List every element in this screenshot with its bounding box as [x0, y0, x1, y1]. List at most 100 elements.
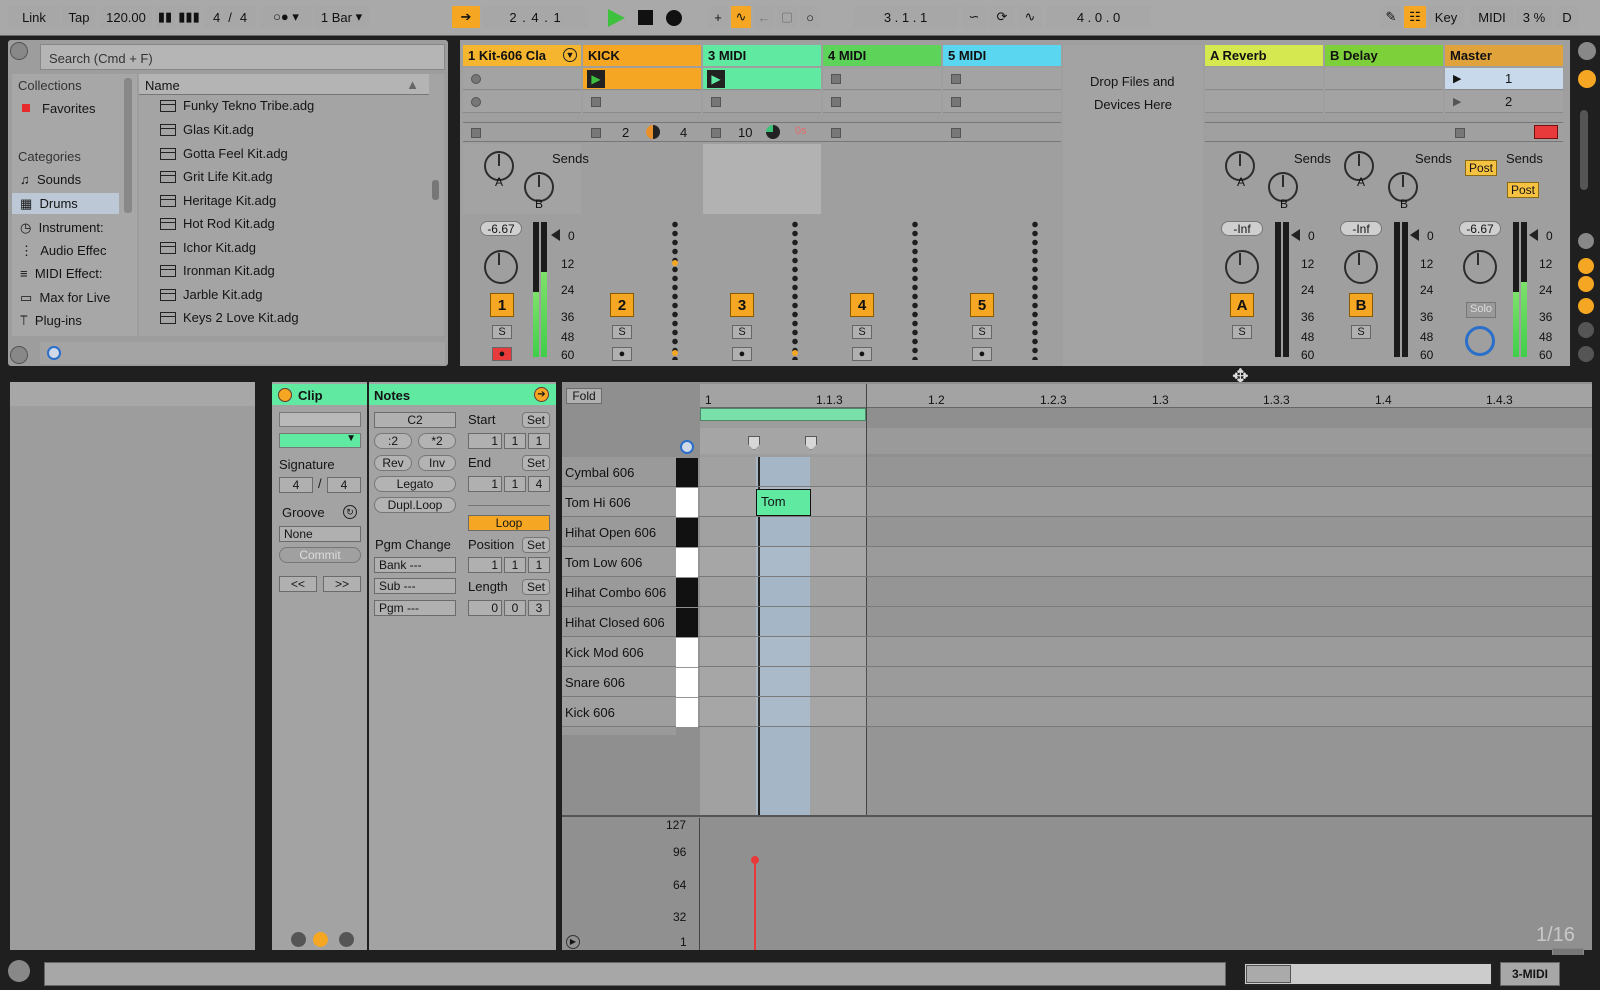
- follow-button[interactable]: ➔: [452, 6, 480, 28]
- file-item[interactable]: Keys 2 Love Kit.adg: [160, 310, 299, 325]
- arm-button[interactable]: ●: [972, 347, 992, 361]
- legato-button[interactable]: Legato: [374, 476, 456, 492]
- pan-knob[interactable]: [1344, 250, 1378, 284]
- quantize-select[interactable]: 1 Bar ▾: [314, 6, 369, 28]
- double-button[interactable]: *2: [418, 433, 456, 449]
- start-bar[interactable]: 1: [468, 433, 502, 449]
- track-header-2[interactable]: KICK: [583, 45, 701, 66]
- master-volume-field[interactable]: -6.67: [1459, 221, 1501, 236]
- loop-button[interactable]: Loop: [468, 515, 550, 531]
- capture-icon[interactable]: ▢: [777, 6, 797, 28]
- track-activator[interactable]: 2: [610, 293, 634, 317]
- name-column-header[interactable]: Name ▲: [139, 74, 429, 95]
- stop-all-icon[interactable]: [711, 128, 721, 138]
- category-max-for-live[interactable]: ▭ Max for Live: [20, 290, 110, 306]
- solo-button[interactable]: S: [612, 325, 632, 339]
- tempo-field[interactable]: 120.00: [100, 6, 152, 28]
- end-set-button[interactable]: Set: [522, 455, 550, 471]
- volume-field[interactable]: -Inf: [1340, 221, 1382, 236]
- computer-keyboard-icon[interactable]: ☷: [1404, 6, 1426, 28]
- sends-toggle-icon[interactable]: [1578, 258, 1594, 274]
- draw-mode-icon[interactable]: ✎: [1380, 6, 1402, 28]
- length-sixteenth[interactable]: 3: [528, 600, 550, 616]
- drop-zone[interactable]: [1063, 45, 1203, 366]
- track-header-5[interactable]: 5 MIDI: [943, 45, 1061, 66]
- punch-in-icon[interactable]: ∽: [962, 6, 986, 28]
- stop-all-clips-icon[interactable]: [1455, 128, 1465, 138]
- solo-button[interactable]: S: [852, 325, 872, 339]
- nudge-up-icon[interactable]: ▮▮▮: [178, 6, 200, 28]
- scene-launch-icon[interactable]: ▶: [1453, 72, 1461, 85]
- preview-toggle-icon[interactable]: [680, 440, 694, 454]
- return-header-a[interactable]: A Reverb: [1205, 45, 1323, 66]
- piano-key-white[interactable]: [676, 638, 698, 667]
- status-left-icon[interactable]: [8, 960, 30, 982]
- volume-field[interactable]: -Inf: [1221, 221, 1263, 236]
- midi-map-button[interactable]: MIDI: [1471, 6, 1513, 28]
- tap-button[interactable]: Tap: [62, 6, 96, 28]
- clip-kick[interactable]: ▶: [583, 68, 701, 90]
- groove-hot-swap-icon[interactable]: ↻: [343, 505, 357, 519]
- solo-button[interactable]: S: [492, 325, 512, 339]
- length-bar[interactable]: 0: [468, 600, 502, 616]
- metronome-icon[interactable]: ○● ▾: [260, 6, 312, 28]
- sidebar-scrollbar[interactable]: [124, 78, 132, 213]
- scene-launch-icon[interactable]: ▶: [1453, 95, 1461, 108]
- arm-button[interactable]: ●: [612, 347, 632, 361]
- browser-toggle-icon[interactable]: [10, 42, 28, 60]
- notes-arrow-icon[interactable]: ➔: [534, 387, 549, 402]
- position-set-button[interactable]: Set: [522, 537, 550, 553]
- piano-key-black[interactable]: [676, 458, 698, 487]
- clip-slot[interactable]: [463, 91, 581, 113]
- master-pan-knob[interactable]: [1463, 250, 1497, 284]
- session-record-icon[interactable]: ○: [800, 6, 820, 28]
- time-signature[interactable]: 4 / 4: [204, 6, 256, 28]
- preview-icon[interactable]: [47, 346, 61, 360]
- velocity-stem[interactable]: [754, 860, 756, 950]
- piano-key-white[interactable]: [676, 698, 698, 727]
- solo-button[interactable]: S: [1232, 325, 1252, 339]
- arm-button[interactable]: ●: [732, 347, 752, 361]
- track-header-3[interactable]: 3 MIDI: [703, 45, 821, 66]
- fader-handle-icon[interactable]: [1529, 229, 1538, 241]
- loop-switch-icon[interactable]: ⟳: [989, 6, 1015, 28]
- post-button[interactable]: Post: [1507, 182, 1539, 198]
- clip-view-toggle-icon[interactable]: [1578, 42, 1596, 60]
- file-list-scrollbar[interactable]: [432, 180, 439, 200]
- piano-key-black[interactable]: [676, 578, 698, 607]
- category-sounds[interactable]: ♫ Sounds: [20, 172, 81, 187]
- loop-length-field[interactable]: 4 . 0 . 0: [1046, 6, 1151, 28]
- file-item[interactable]: Gotta Feel Kit.adg: [160, 146, 288, 161]
- return-activator[interactable]: B: [1349, 293, 1373, 317]
- track-activator[interactable]: 4: [850, 293, 874, 317]
- crossfader-toggle-icon[interactable]: [1578, 346, 1594, 362]
- overdub-icon[interactable]: +: [708, 6, 728, 28]
- position-bar[interactable]: 1: [468, 557, 502, 573]
- end-beat[interactable]: 1: [504, 476, 526, 492]
- io-icon[interactable]: [1578, 233, 1594, 249]
- category-midi-effects[interactable]: ≡ MIDI Effect:: [20, 266, 102, 281]
- track-activator[interactable]: 3: [730, 293, 754, 317]
- category-drums[interactable]: ▦ Drums: [20, 196, 78, 212]
- automation-arm-icon[interactable]: ∿: [731, 6, 751, 28]
- file-item[interactable]: Ichor Kit.adg: [160, 240, 256, 255]
- length-set-button[interactable]: Set: [522, 579, 550, 595]
- favorites-item[interactable]: Favorites: [42, 101, 95, 116]
- scene-2[interactable]: ▶ 2: [1445, 91, 1563, 113]
- solo-button[interactable]: S: [732, 325, 752, 339]
- velocity-handle-icon[interactable]: [751, 856, 759, 864]
- arm-button[interactable]: ●: [852, 347, 872, 361]
- stop-all-icon[interactable]: [471, 128, 481, 138]
- clip-play-icon[interactable]: ▶: [707, 70, 725, 88]
- invert-button[interactable]: Inv: [418, 455, 456, 471]
- cue-volume-knob[interactable]: [1465, 326, 1495, 356]
- clip-slot[interactable]: [823, 91, 941, 113]
- note-key-field[interactable]: C2: [374, 412, 456, 428]
- length-beat[interactable]: 0: [504, 600, 526, 616]
- start-set-button[interactable]: Set: [522, 412, 550, 428]
- clip-slot[interactable]: [703, 91, 821, 113]
- file-item[interactable]: Glas Kit.adg: [160, 122, 254, 137]
- clip-activator-icon[interactable]: [278, 388, 292, 402]
- key-map-button[interactable]: Key: [1428, 6, 1464, 28]
- clip-name-field[interactable]: [279, 412, 361, 427]
